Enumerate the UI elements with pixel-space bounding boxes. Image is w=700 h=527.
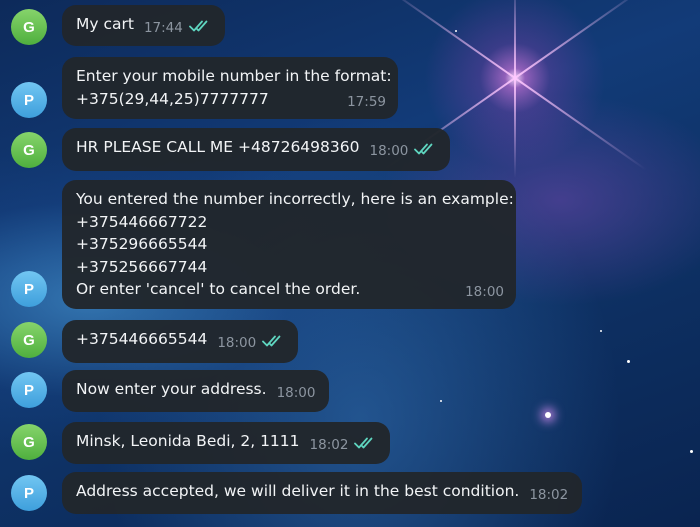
background-star [545, 412, 551, 418]
message-time: 18:00 [217, 335, 257, 351]
avatar[interactable]: P [11, 475, 47, 511]
avatar[interactable]: P [11, 372, 47, 408]
message-text: Minsk, Leonida Bedi, 2, 1111 [76, 432, 300, 450]
message-bubble[interactable]: You entered the number incorrectly, here… [62, 180, 516, 309]
message-time: 18:00 [465, 283, 504, 300]
double-check-icon [414, 140, 436, 155]
double-check-icon [262, 332, 284, 347]
avatar[interactable]: G [11, 322, 47, 358]
message-time: 18:00 [276, 385, 316, 401]
message-time: 18:02 [309, 437, 349, 453]
message-text: Enter your mobile number in the format: … [76, 67, 392, 108]
message-text: My cart [76, 15, 134, 33]
message-bubble[interactable]: +375446665544 18:00 [62, 320, 299, 363]
background-star [440, 400, 442, 402]
double-check-icon [354, 434, 376, 449]
message-text: Address accepted, we will deliver it in … [76, 482, 520, 500]
message-text: HR PLEASE CALL ME +48726498360 [76, 138, 360, 156]
message-bubble[interactable]: HR PLEASE CALL ME +48726498360 18:00 [62, 128, 451, 171]
message-text: You entered the number incorrectly, here… [76, 190, 514, 298]
avatar[interactable]: G [11, 424, 47, 460]
background-star [600, 330, 602, 332]
background-star [690, 450, 693, 453]
message-time: 17:44 [143, 20, 183, 36]
message-bubble[interactable]: Now enter your address. 18:00 [62, 370, 330, 412]
message-time: 17:59 [347, 93, 386, 110]
avatar[interactable]: P [11, 82, 47, 118]
message-bubble[interactable]: Minsk, Leonida Bedi, 2, 1111 18:02 [62, 422, 391, 464]
avatar[interactable]: G [11, 9, 47, 45]
background-star [455, 30, 457, 32]
message-time: 18:02 [529, 487, 569, 503]
message-time: 18:00 [369, 143, 409, 159]
background-star [627, 360, 630, 363]
message-text: +375446665544 [76, 330, 208, 348]
avatar[interactable]: G [11, 132, 47, 168]
message-bubble[interactable]: Enter your mobile number in the format: … [62, 57, 398, 119]
message-bubble[interactable]: My cart 17:44 [62, 5, 225, 46]
double-check-icon [188, 17, 211, 32]
avatar[interactable]: P [11, 271, 47, 307]
message-text: Now enter your address. [76, 380, 267, 398]
message-bubble[interactable]: Address accepted, we will deliver it in … [62, 472, 583, 514]
